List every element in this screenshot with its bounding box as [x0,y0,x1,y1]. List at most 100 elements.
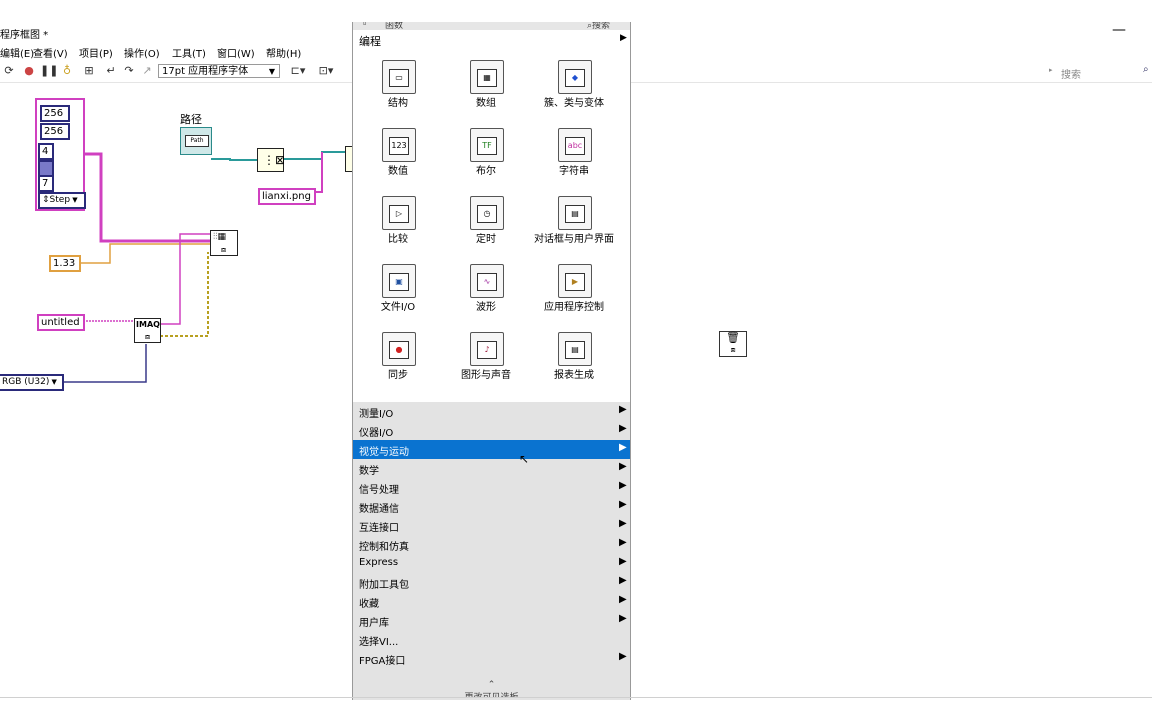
change-visible-palettes[interactable]: ⌃ 更改可见选板 [353,680,630,698]
run-continuous-icon[interactable]: ⟳ [2,64,16,78]
numeric-constant-2[interactable]: 256 [40,123,70,140]
caret-right-icon: ▶ [619,575,627,586]
menu-item-favorites[interactable]: 收藏 ▶ [353,592,630,611]
numeric-constant-3[interactable]: 4 [38,143,54,160]
dialog-icon: ▤ [558,196,592,230]
palette-search-button[interactable]: ⌕搜索 [587,22,610,30]
structures-glyph: ▭ [389,69,409,87]
palette-icon-label: 图形与声音 [461,370,511,381]
step-out-icon[interactable]: ↗ [140,64,154,78]
floppy-icon: ▣ [382,264,416,298]
palette-icon-comparison[interactable]: ▷ 比较 [353,190,443,258]
menu-operate[interactable]: 操作(O) [124,45,160,60]
menu-item-label: 仪器I/O [359,428,394,439]
abort-icon[interactable]: ● [22,64,36,78]
menu-item-label: 控制和仿真 [359,542,409,553]
error-terminal-icon: ⧈ [145,332,151,341]
string-constant-untitled[interactable]: untitled [37,314,85,331]
structures-icon: ▭ [382,60,416,94]
search-box[interactable]: ▸ 搜索 ⌕ [1047,64,1152,81]
image-type-enum[interactable]: RGB (U32) ▼ [0,374,64,391]
path-control[interactable]: Path [180,127,212,155]
palette-title: 函数 [385,22,404,30]
palette-icon-array[interactable]: ▦ 数组 [441,54,531,122]
menu-edit[interactable]: 编辑(E) [0,45,34,60]
caret-right-icon: ▶ [619,556,627,567]
palette-header: ⇧ 函数 ⌕搜索 [353,22,630,30]
palette-icon-timing[interactable]: ◷ 定时 [441,190,531,258]
menu-item-select-vi[interactable]: 选择VI... [353,630,630,649]
palette-icon-structures[interactable]: ▭ 结构 [353,54,443,122]
caret-right-icon: ▶ [619,461,627,472]
path-control-text: Path [185,135,209,147]
menu-item-user-libraries[interactable]: 用户库 ▶ [353,611,630,630]
menu-item-signal-processing[interactable]: 信号处理 ▶ [353,478,630,497]
palette-icon-numeric[interactable]: 123 数值 [353,122,443,190]
sync-glyph: ● [389,341,409,359]
menu-item-label: 选择VI... [359,637,399,648]
palette-icon-label: 布尔 [476,166,496,177]
menu-item-connectivity[interactable]: 互连接口 ▶ [353,516,630,535]
graphics-sound-glyph: ♪ [477,341,497,359]
menu-help[interactable]: 帮助(H) [266,45,301,60]
search-icon[interactable]: ⌕ [1143,64,1149,75]
palette-icon-file-io[interactable]: ▣ 文件I/O [353,258,443,326]
font-select[interactable]: 17pt 应用程序字体 ▼ [158,64,280,78]
build-path-node[interactable]: ⋮⊠ [257,148,285,172]
menu-view[interactable]: 查看(V) [33,45,68,60]
caret-right-icon: ▶ [619,518,627,529]
imaq-text: IMAQ [136,320,160,329]
menu-item-measurement-io[interactable]: 测量I/O ▶ [353,402,630,421]
menu-item-math[interactable]: 数学 ▶ [353,459,630,478]
palette-icon-label: 数值 [388,166,408,177]
chevron-up-icon: ⌃ [487,680,496,690]
functions-palette: ⇧ 函数 ⌕搜索 编程 ▶ ▭ 结构 ▦ 数组 ◆ 簇、类与变体 123 数值 TF 布尔… [352,22,631,700]
distribute-objects-icon[interactable]: ⊡▾ [316,64,336,78]
numeric-constant-133[interactable]: 1.33 [49,255,81,272]
filename-constant[interactable]: lianxi.png [258,188,316,205]
menu-item-data-communication[interactable]: 数据通信 ▶ [353,497,630,516]
menu-item-fpga[interactable]: FPGA接口 ▶ [353,649,630,668]
menu-item-instrument-io[interactable]: 仪器I/O ▶ [353,421,630,440]
minimize-button[interactable]: — [1112,22,1126,38]
numeric-constant-1[interactable]: 256 [40,105,70,122]
palette-icon-waveform[interactable]: ∿ 波形 [441,258,531,326]
menu-item-control-simulation[interactable]: 控制和仿真 ▶ [353,535,630,554]
imaq-readfile-node[interactable]: ⫶⫶▦ ⧈ [210,230,238,256]
error-terminal-icon: ⧈ [730,345,736,354]
palette-icon-cluster[interactable]: ◆ 簇、类与变体 [529,54,619,122]
step-enum[interactable]: ⇕Step ▼ [38,192,86,209]
palette-category-programming[interactable]: 编程 ▶ [353,32,630,48]
step-over-icon[interactable]: ↷ [122,64,136,78]
palette-icon-string[interactable]: abc 字符串 [529,122,619,190]
menu-item-vision-motion[interactable]: 视觉与运动 ▶ [353,440,630,459]
numeric-glyph: 123 [389,137,409,155]
pause-icon[interactable]: ❚❚ [40,64,58,78]
numeric-constant-4[interactable]: 7 [38,175,54,192]
pin-icon[interactable]: ⇧ [361,22,369,28]
palette-icon-boolean[interactable]: TF 布尔 [441,122,531,190]
step-into-icon[interactable]: ↵ [104,64,118,78]
palette-icon-sync[interactable]: ● 同步 [353,326,443,394]
menu-window[interactable]: 窗口(W) [217,45,255,60]
search-input[interactable]: 搜索 [1061,66,1081,81]
stopwatch-icon: ◷ [470,196,504,230]
imaq-create-node[interactable]: IMAQ ⧈ [134,318,161,343]
menu-item-express[interactable]: Express ▶ [353,554,630,573]
caret-right-icon: ▶ [619,423,627,434]
palette-icon-app-control[interactable]: ▶ 应用程序控制 [529,258,619,326]
trash-icon[interactable]: 🗑 ⧈ [719,331,747,357]
step-enum-value: Step [49,195,71,205]
palette-icon-graphics-sound[interactable]: ♪ 图形与声音 [441,326,531,394]
retain-wire-values-icon[interactable]: ⊞ [82,64,96,78]
align-objects-icon[interactable]: ⊏▾ [288,64,308,78]
error-terminal-icon: ⧈ [221,245,227,254]
menu-tools[interactable]: 工具(T) [172,45,206,60]
menu-item-addons[interactable]: 附加工具包 ▶ [353,573,630,592]
highlight-execution-icon[interactable]: ♁ [60,64,74,78]
caret-right-icon: ▶ [619,480,627,491]
category-label: 编程 [359,35,381,48]
menu-project[interactable]: 项目(P) [79,45,113,60]
palette-icon-report[interactable]: ▤ 报表生成 [529,326,619,394]
app-control-glyph: ▶ [565,273,585,291]
